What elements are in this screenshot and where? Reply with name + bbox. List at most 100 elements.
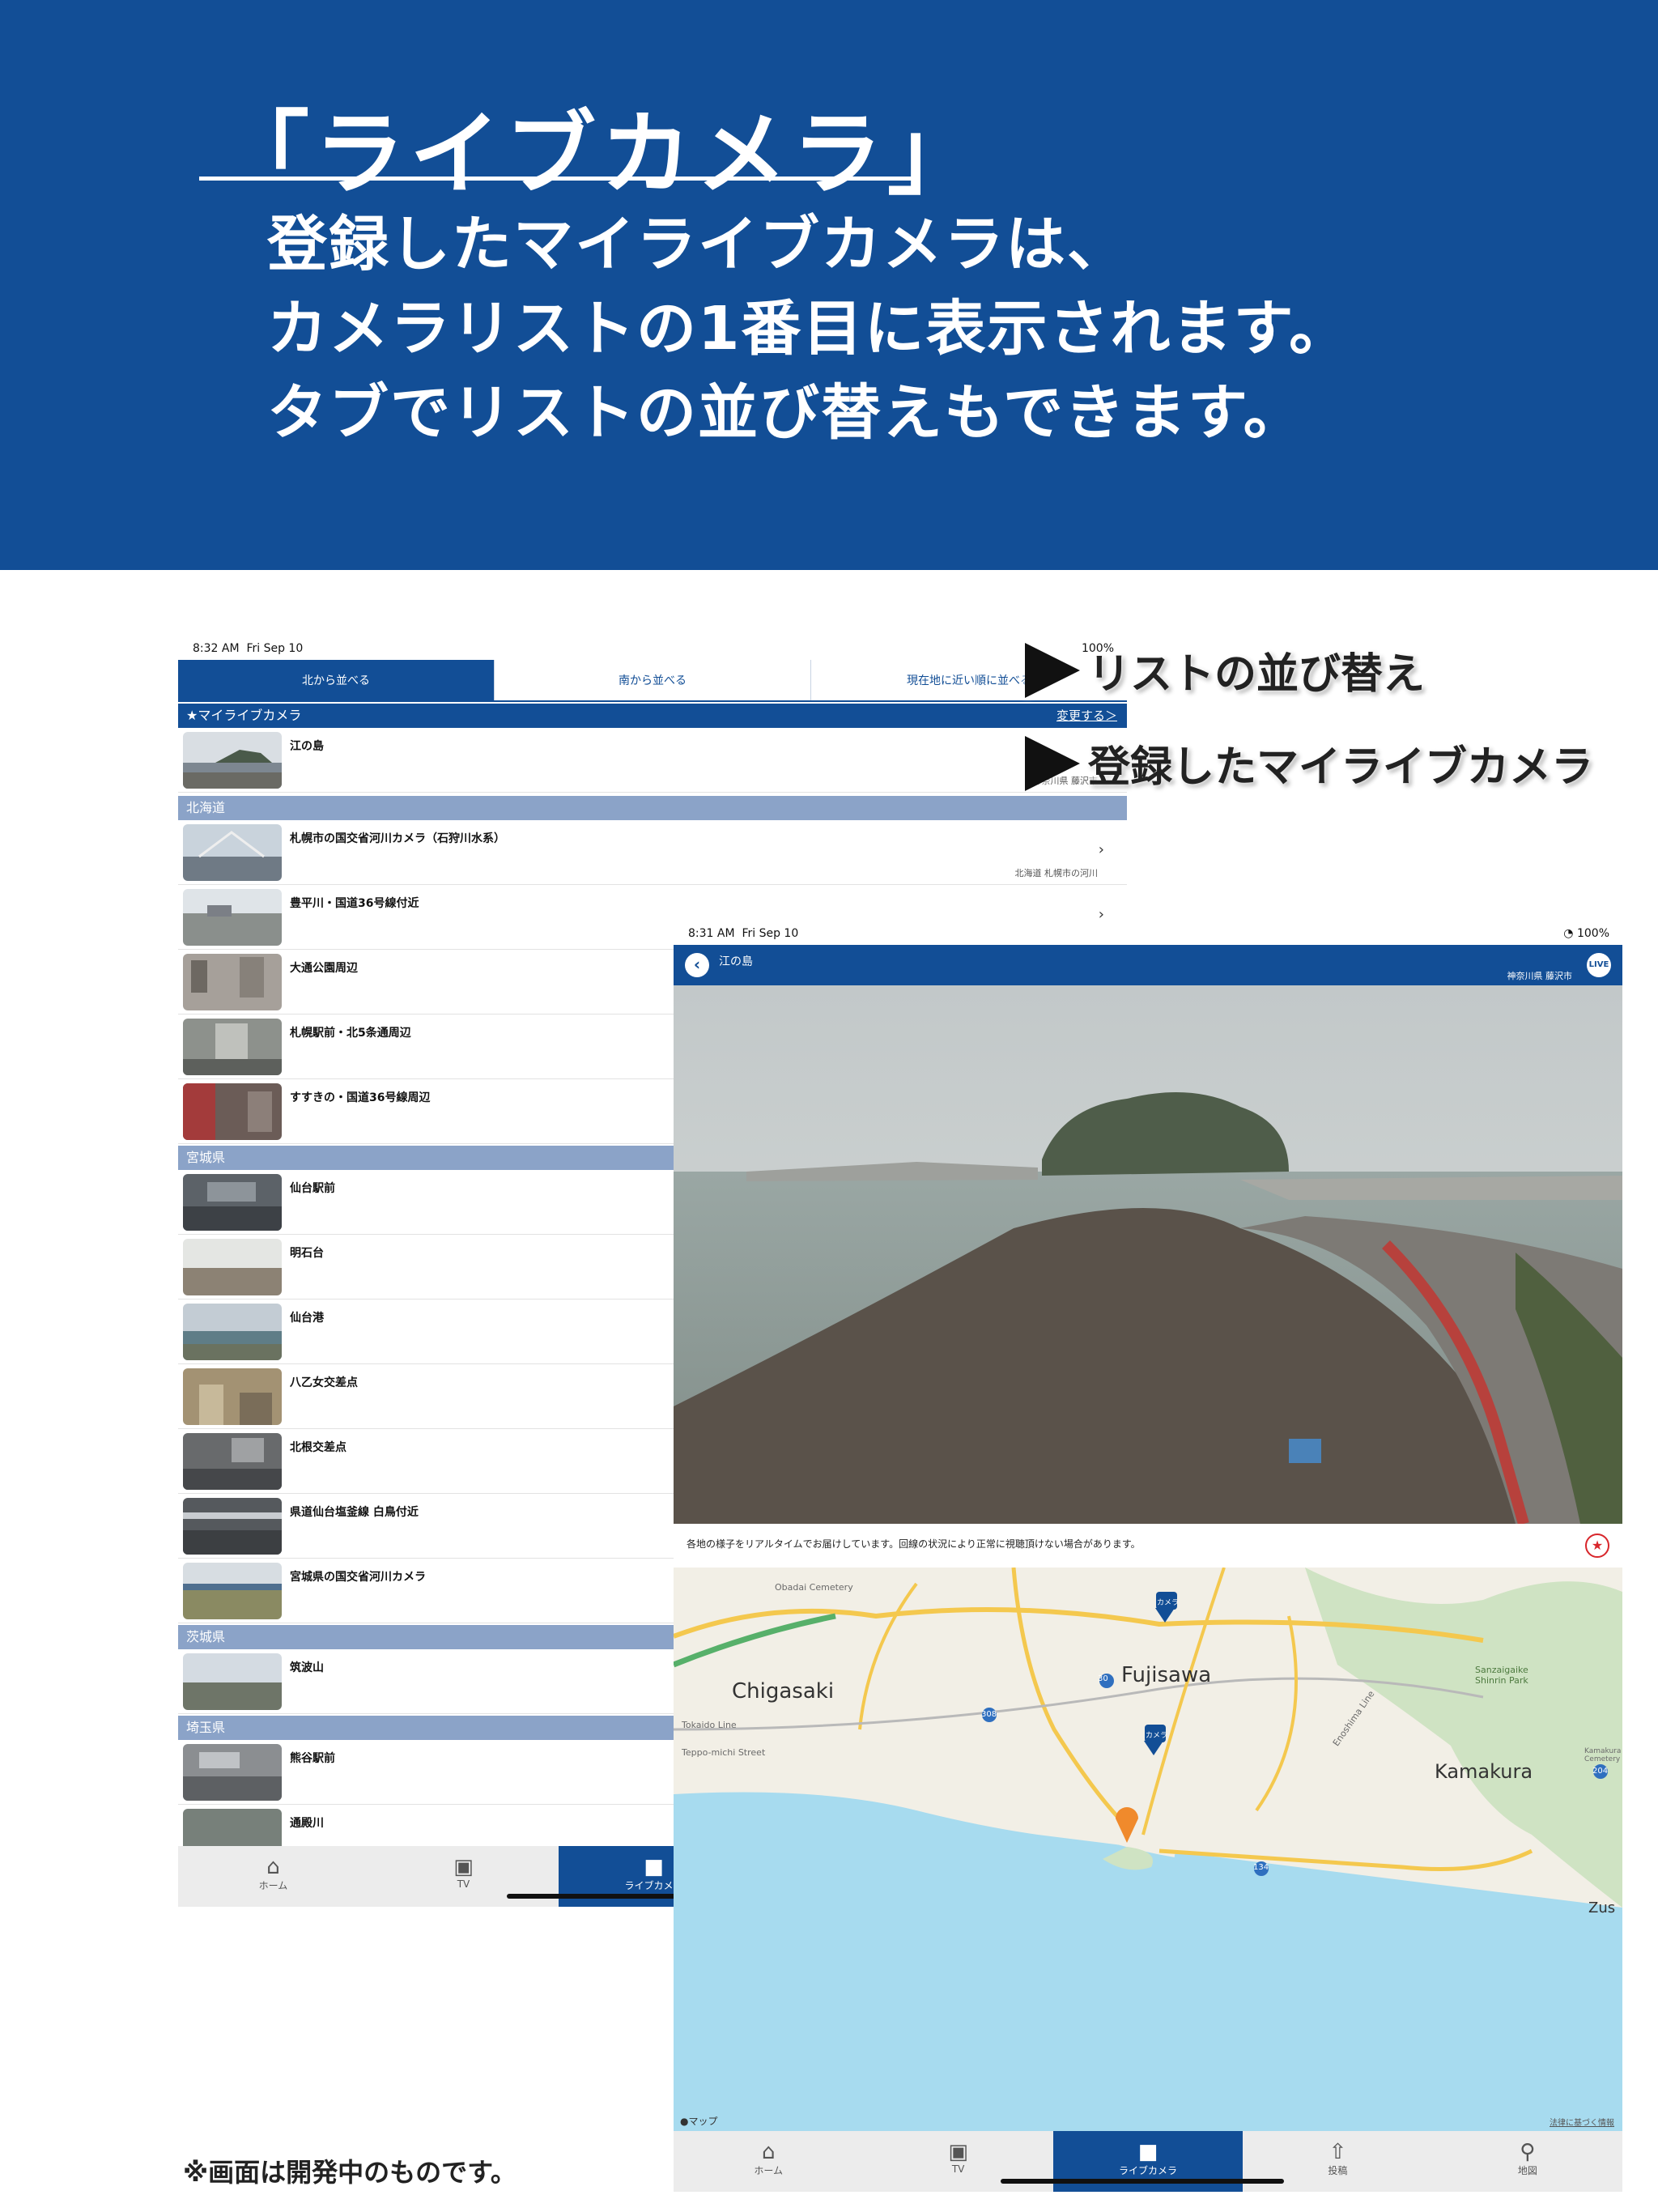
camera-location: 神奈川県 藤沢市: [1507, 971, 1573, 981]
route-shield: 308: [981, 1710, 997, 1719]
status-bar: 8:31 AM Fri Sep 10 ◔ 100%: [674, 921, 1622, 945]
my-camera-section-header: ★マイライブカメラ 変更する＞: [178, 704, 1127, 728]
camera-name: 札幌市の国交省河川カメラ（石狩川水系）: [290, 832, 505, 845]
camera-pin-icon[interactable]: カメラ: [1146, 1729, 1167, 1740]
camera-name: 県道仙台塩釜線 白鳥付近: [290, 1506, 419, 1519]
banner-line: カメラリストの1番目に表示されます。: [267, 294, 1351, 364]
map-label: Teppo-michi Street: [682, 1747, 766, 1758]
camera-title: 江の島: [719, 955, 753, 968]
camera-thumbnail: [183, 1239, 282, 1295]
my-camera-section-title: ★マイライブカメラ: [186, 708, 302, 723]
camera-thumbnail: [183, 1498, 282, 1555]
camera-thumbnail: [183, 1304, 282, 1360]
camera-name: すすきの・国道36号線周辺: [290, 1091, 431, 1104]
stream-notice: 各地の様子をリアルタイムでお届けしています。回線の状況により正常に視聴頂けない場…: [674, 1524, 1622, 1568]
camera-location: 北海道 札幌市の河川: [1014, 868, 1099, 878]
tv-icon: ▣: [453, 1855, 474, 1879]
map-label: Sanzaigaike Shinrin Park: [1475, 1665, 1528, 1686]
battery-indicator: 100%: [1576, 927, 1609, 940]
camera-thumbnail: [183, 954, 282, 1010]
camera-thumbnail: [183, 824, 282, 881]
camera-name: 大通公園周辺: [290, 962, 358, 975]
camera-name: 北根交差点: [290, 1441, 346, 1454]
camera-name: 宮城県の国交省河川カメラ: [290, 1571, 426, 1584]
status-date: Fri Sep 10: [742, 927, 799, 940]
video-camera-icon: ■: [1137, 2140, 1158, 2164]
banner-line: 登録したマイライブカメラは、: [267, 210, 1129, 279]
header-banner: 「ライブカメラ」 登録したマイライブカメラは、 カメラリストの1番目に表示されま…: [0, 0, 1658, 570]
tab-sort-south[interactable]: 南から並べる: [494, 660, 810, 700]
banner-description: 登録したマイライブカメラは、 カメラリストの1番目に表示されます。 タブでリスト…: [267, 202, 1350, 455]
nav-bar: ‹ 江の島 神奈川県 藤沢市 LIVE: [674, 945, 1622, 985]
banner-underline: [199, 177, 916, 181]
camera-thumbnail: [183, 889, 282, 946]
status-date: Fri Sep 10: [246, 642, 304, 655]
arrow-right-icon: [1025, 735, 1080, 791]
camera-thumbnail: [183, 732, 282, 789]
tab-map[interactable]: ⚲ 地図: [1433, 2131, 1622, 2192]
live-camera-view[interactable]: [674, 985, 1622, 1524]
camera-name: 仙台港: [290, 1312, 324, 1325]
banner-line: タブでリストの並び替えもできます。: [267, 378, 1305, 448]
tab-label: ライブカメラ: [1119, 2165, 1178, 2176]
location-map[interactable]: Obadai Cemetery Chigasaki Fujisawa Kamak…: [674, 1568, 1622, 2134]
callout-sort: リストの並び替え: [1025, 640, 1425, 700]
route-shield: 134: [1253, 1863, 1269, 1872]
callout-my-camera-text: 登録したマイライブカメラ: [1088, 743, 1594, 792]
camera-thumbnail: [183, 1563, 282, 1619]
tab-label: ホーム: [258, 1880, 288, 1891]
star-icon: ★: [1591, 1538, 1604, 1553]
camera-thumbnail: [183, 1433, 282, 1490]
callout-sort-text: リストの並び替え: [1088, 650, 1426, 699]
edit-my-camera-link[interactable]: 変更する＞: [1056, 704, 1117, 728]
map-label: Obadai Cemetery: [775, 1582, 853, 1593]
home-icon: ⌂: [266, 1855, 280, 1879]
legal-link[interactable]: 法律に基づく情報: [1550, 2116, 1614, 2128]
tab-label: 投稿: [1328, 2165, 1348, 2176]
arrow-right-icon: [1025, 642, 1080, 698]
tab-label: ホーム: [754, 2165, 784, 2176]
favorite-star-button[interactable]: ★: [1585, 1534, 1609, 1558]
camera-name: 筑波山: [290, 1661, 324, 1674]
camera-name: 札幌駅前・北5条通周辺: [290, 1027, 411, 1040]
promo-page: 「ライブカメラ」 登録したマイライブカメラは、 カメラリストの1番目に表示されま…: [0, 0, 1658, 2212]
map-label: Chigasaki: [732, 1679, 835, 1704]
map-pin-icon: ⚲: [1520, 2140, 1536, 2164]
camera-thumbnail: [183, 1368, 282, 1425]
map-label: Tokaido Line: [682, 1720, 737, 1730]
status-bar: 8:32 AM Fri Sep 10 100%: [178, 636, 1127, 660]
camera-thumbnail: [183, 1083, 282, 1140]
tab-home[interactable]: ⌂ ホーム: [178, 1846, 368, 1907]
camera-thumbnail: [183, 1019, 282, 1075]
camera-name: 明石台: [290, 1247, 324, 1260]
camera-name: 豊平川・国道36号線付近: [290, 897, 419, 910]
live-badge: LIVE: [1587, 953, 1611, 977]
map-label: Zus: [1588, 1899, 1616, 1916]
route-shield: 204: [1592, 1767, 1609, 1776]
map-label: Fujisawa: [1121, 1663, 1212, 1687]
sort-tabs: 北から並べる 南から並べる 現在地に近い順に並べる: [178, 660, 1127, 702]
tab-sort-north[interactable]: 北から並べる: [178, 660, 494, 700]
tab-label: TV: [457, 1878, 470, 1890]
footnote: ※画面は開発中のものです。: [183, 2157, 517, 2188]
back-button[interactable]: ‹: [685, 953, 709, 977]
tab-label: 地図: [1517, 2165, 1537, 2176]
callout-my-camera: 登録したマイライブカメラ: [1025, 733, 1593, 793]
banner-title: 「ライブカメラ」: [219, 102, 983, 207]
stream-notice-text: 各地の様子をリアルタイムでお届けしています。回線の状況により正常に視聴頂けない場…: [687, 1538, 1141, 1550]
status-time: 8:32 AM: [193, 642, 240, 655]
wifi-icon: ◔: [1563, 927, 1574, 940]
maps-attribution: ●マップ: [680, 2114, 718, 2128]
route-shield: 30: [1098, 1674, 1108, 1683]
camera-thumbnail: [183, 1744, 282, 1801]
tab-home[interactable]: ⌂ ホーム: [674, 2131, 863, 2192]
camera-name: 八乙女交差点: [290, 1376, 358, 1389]
home-icon: ⌂: [761, 2140, 776, 2164]
camera-name: 通殿川: [290, 1817, 324, 1830]
apple-logo-icon: ●: [680, 2116, 689, 2127]
camera-pin-icon[interactable]: カメラ: [1157, 1597, 1179, 1607]
tab-label: TV: [951, 2163, 965, 2175]
camera-row[interactable]: 札幌市の国交省河川カメラ（石狩川水系） 北海道 札幌市の河川 ›: [178, 820, 1127, 885]
map-label: Kamakura Cemetery: [1584, 1747, 1622, 1763]
my-camera-row[interactable]: 江の島 神奈川県 藤沢市 ›: [178, 728, 1127, 793]
